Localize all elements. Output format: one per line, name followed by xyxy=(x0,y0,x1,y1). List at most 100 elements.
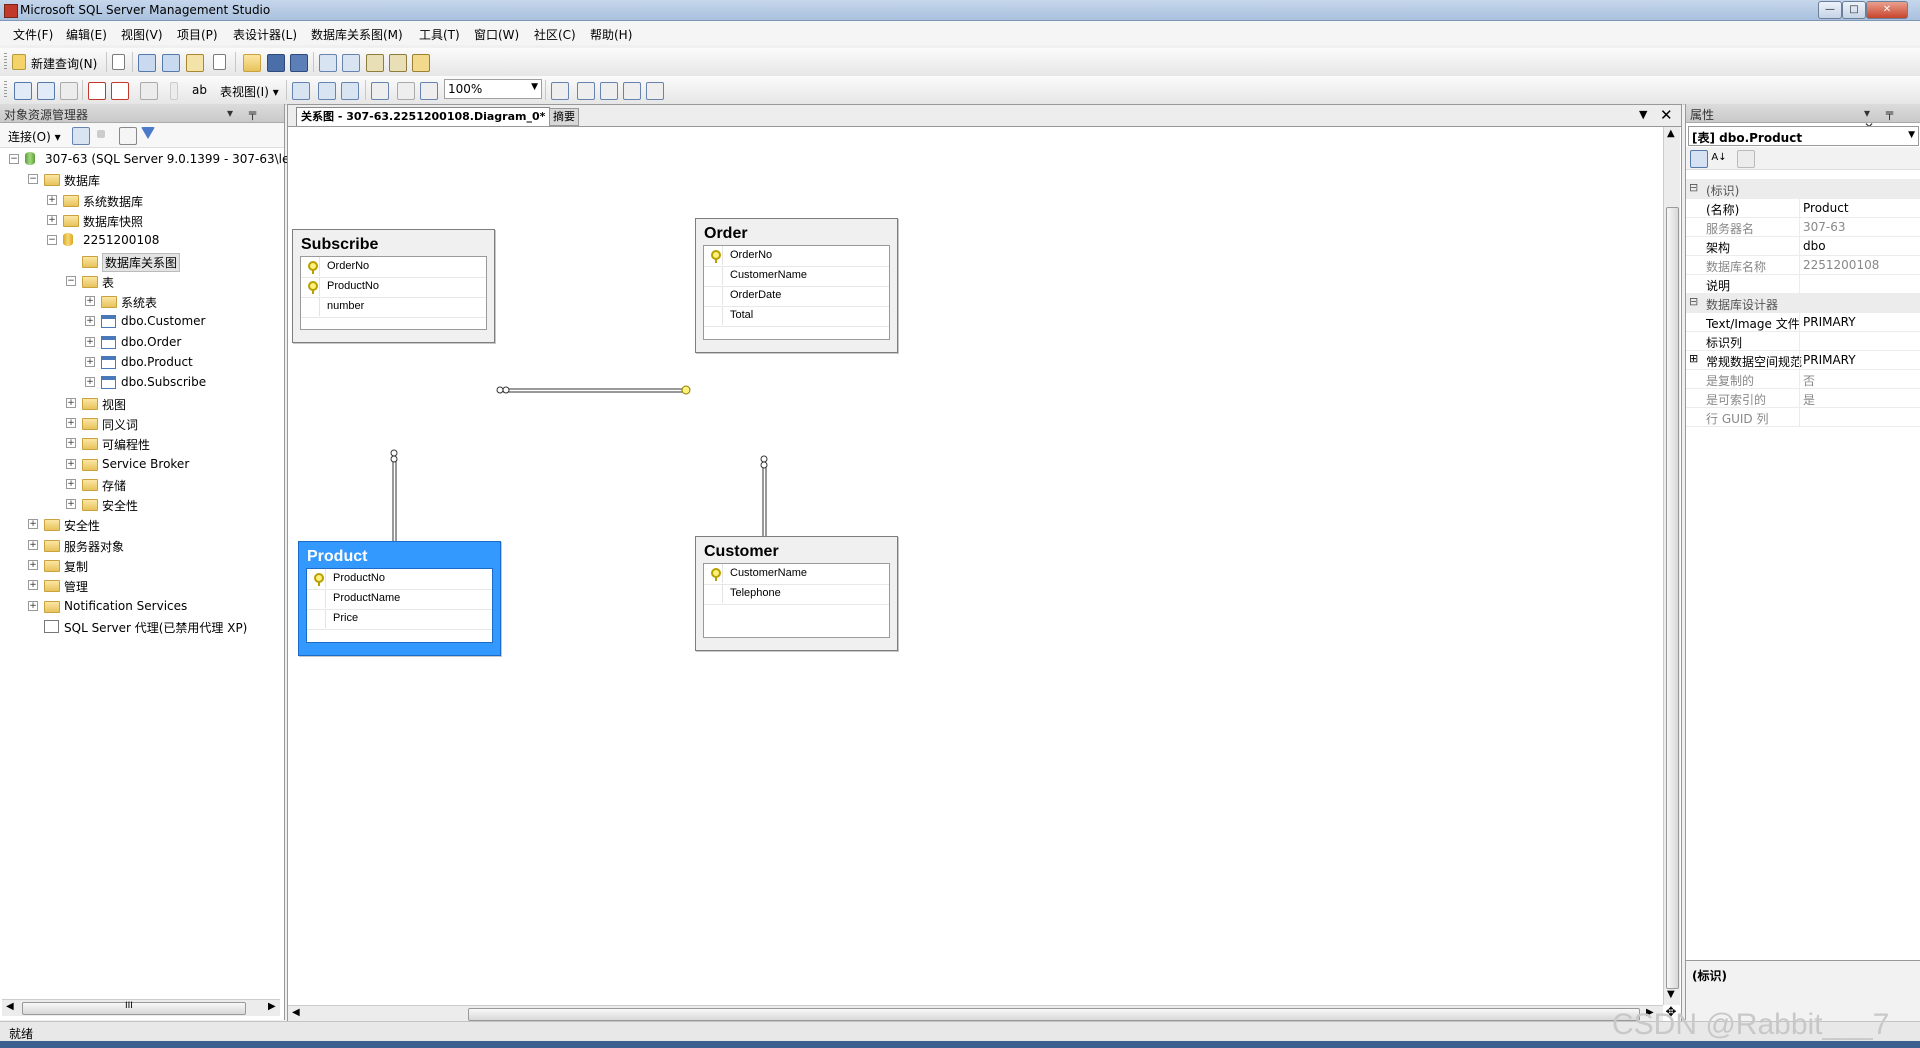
synonyms-node[interactable]: + 同义词 xyxy=(0,414,284,432)
property-value[interactable]: dbo xyxy=(1803,239,1826,253)
categorized-icon[interactable] xyxy=(1690,150,1708,168)
refresh-icon[interactable] xyxy=(119,127,137,145)
menu-window[interactable]: 窗口(W) xyxy=(474,26,519,43)
property-row[interactable]: 服务器名 307-63 xyxy=(1686,217,1920,237)
expand-icon[interactable]: + xyxy=(66,478,76,489)
alphabetical-icon[interactable]: A↓ xyxy=(1711,150,1727,166)
menu-table-designer[interactable]: 表设计器(L) xyxy=(233,26,297,43)
security-node[interactable]: + 安全性 xyxy=(0,515,284,533)
registered-servers-icon[interactable] xyxy=(319,54,337,72)
manage-relationships-icon[interactable] xyxy=(551,82,569,100)
minimize-button[interactable]: — xyxy=(1818,1,1842,19)
recalculate-page-breaks-icon[interactable] xyxy=(397,82,415,100)
tab-diagram[interactable]: 关系图 - 307-63.2251200108.Diagram_0* xyxy=(296,107,551,126)
property-row[interactable]: Text/Image 文件 PRIMARY xyxy=(1686,312,1920,332)
expand-icon[interactable]: + xyxy=(66,397,76,408)
diagrams-node[interactable]: 数据库关系图 xyxy=(0,252,284,272)
column-row[interactable]: CustomerName xyxy=(704,564,889,585)
analysis-query-icon[interactable] xyxy=(162,54,180,72)
scroll-down-icon[interactable]: ▼ xyxy=(1667,989,1675,1000)
expand-icon[interactable]: + xyxy=(28,519,38,530)
collapse-icon[interactable]: − xyxy=(66,275,76,286)
expand-icon[interactable]: + xyxy=(85,316,95,327)
properties-window-icon[interactable] xyxy=(412,54,430,72)
add-table-icon[interactable] xyxy=(37,82,55,100)
column-row[interactable]: ProductNo xyxy=(301,277,486,298)
property-value[interactable]: 是 xyxy=(1803,391,1815,408)
diagram-table-product[interactable]: Product ProductNo ProductName Price xyxy=(298,541,501,656)
scroll-left-icon[interactable]: ◀ xyxy=(6,1001,14,1012)
close-document-icon[interactable]: ✕ xyxy=(1660,106,1673,124)
management-node[interactable]: + 管理 xyxy=(0,576,284,594)
property-row[interactable]: 是可索引的 是 xyxy=(1686,388,1920,408)
system-tables-node[interactable]: + 系统表 xyxy=(0,292,284,310)
new-text-annotation-button[interactable]: ab xyxy=(192,83,207,97)
expand-icon[interactable]: + xyxy=(66,438,76,449)
expand-icon[interactable]: + xyxy=(28,600,38,611)
scroll-left-icon[interactable]: ◀ xyxy=(292,1007,300,1018)
solution-explorer-icon[interactable] xyxy=(389,54,407,72)
table-customer-node[interactable]: + dbo.Customer xyxy=(0,312,284,330)
expand-icon[interactable]: ⊞ xyxy=(1689,352,1698,365)
generate-script-icon[interactable] xyxy=(140,82,158,100)
expand-icon[interactable]: + xyxy=(28,560,38,570)
programmability-node[interactable]: + 可编程性 xyxy=(0,434,284,452)
zoom-combobox[interactable]: 100% ▼ xyxy=(444,79,542,99)
new-document-icon[interactable] xyxy=(213,54,226,70)
sql-agent-node[interactable]: SQL Server 代理(已禁用代理 XP) xyxy=(0,617,284,635)
collapse-icon[interactable]: − xyxy=(28,174,38,185)
expand-icon[interactable]: + xyxy=(85,296,95,307)
tab-summary[interactable]: 摘要 xyxy=(549,108,579,126)
column-row[interactable]: ProductNo xyxy=(307,569,492,590)
property-row[interactable]: 数据库名称 2251200108 xyxy=(1686,255,1920,275)
menu-community[interactable]: 社区(C) xyxy=(534,26,576,43)
property-value[interactable]: PRIMARY xyxy=(1803,315,1856,329)
expand-icon[interactable]: + xyxy=(85,377,95,388)
maximize-button[interactable]: □ xyxy=(1842,1,1866,19)
property-pages-icon[interactable] xyxy=(1737,150,1755,168)
views-node[interactable]: + 视图 xyxy=(0,394,284,412)
property-row[interactable]: 说明 xyxy=(1686,274,1920,294)
horizontal-scrollbar[interactable]: ◀ III ▶ xyxy=(2,999,280,1016)
replication-node[interactable]: + 复制 xyxy=(0,556,284,574)
expand-icon[interactable]: + xyxy=(28,580,38,591)
save-icon[interactable] xyxy=(267,54,285,72)
storage-node[interactable]: + 存储 xyxy=(0,475,284,493)
save-all-icon[interactable] xyxy=(290,54,308,72)
scroll-thumb[interactable] xyxy=(1666,207,1679,989)
tables-node[interactable]: − 表 xyxy=(0,272,284,290)
collapse-icon[interactable]: ⊟ xyxy=(1689,181,1698,194)
property-value[interactable]: Product xyxy=(1803,201,1849,215)
diagram-table-subscribe[interactable]: Subscribe OrderNo ProductNo number xyxy=(292,229,495,343)
template-explorer-icon[interactable] xyxy=(366,54,384,72)
remove-from-diagram-icon[interactable] xyxy=(111,82,129,100)
expand-icon[interactable]: + xyxy=(47,194,57,205)
stop-icon[interactable] xyxy=(97,130,105,138)
column-row[interactable]: CustomerName xyxy=(704,266,889,287)
column-row[interactable]: Total xyxy=(704,306,889,327)
menu-edit[interactable]: 编辑(E) xyxy=(66,26,107,43)
tab-list-dropdown-icon[interactable]: ▼ xyxy=(1639,108,1647,121)
collapse-icon[interactable]: − xyxy=(9,154,19,164)
filter-icon[interactable] xyxy=(141,127,155,139)
property-value[interactable]: PRIMARY xyxy=(1803,353,1856,367)
property-row[interactable]: 架构 dbo xyxy=(1686,236,1920,256)
toolbar-grip[interactable] xyxy=(4,53,7,71)
database-snapshots-node[interactable]: + 数据库快照 xyxy=(0,211,284,229)
expand-icon[interactable]: + xyxy=(85,357,95,367)
expand-icon[interactable]: + xyxy=(66,458,76,469)
property-category[interactable]: ⊟ 数据库设计器 xyxy=(1686,293,1920,313)
arrange-tables-icon[interactable] xyxy=(318,82,336,100)
delete-tables-icon[interactable] xyxy=(88,82,106,100)
table-view-dropdown[interactable]: 表视图(I) ▾ xyxy=(220,83,279,100)
scroll-right-icon[interactable]: ▶ xyxy=(268,1001,276,1012)
menu-tools[interactable]: 工具(T) xyxy=(419,26,460,43)
manage-indexes-icon[interactable] xyxy=(577,82,595,100)
service-broker-node[interactable]: + Service Broker xyxy=(0,455,284,473)
server-objects-node[interactable]: + 服务器对象 xyxy=(0,536,284,554)
column-row[interactable]: OrderNo xyxy=(301,257,486,278)
arrange-selection-icon[interactable] xyxy=(341,82,359,100)
collapse-icon[interactable]: ⊟ xyxy=(1689,295,1698,308)
diagram-table-customer[interactable]: Customer CustomerName Telephone xyxy=(695,536,898,651)
menu-project[interactable]: 项目(P) xyxy=(177,26,218,43)
